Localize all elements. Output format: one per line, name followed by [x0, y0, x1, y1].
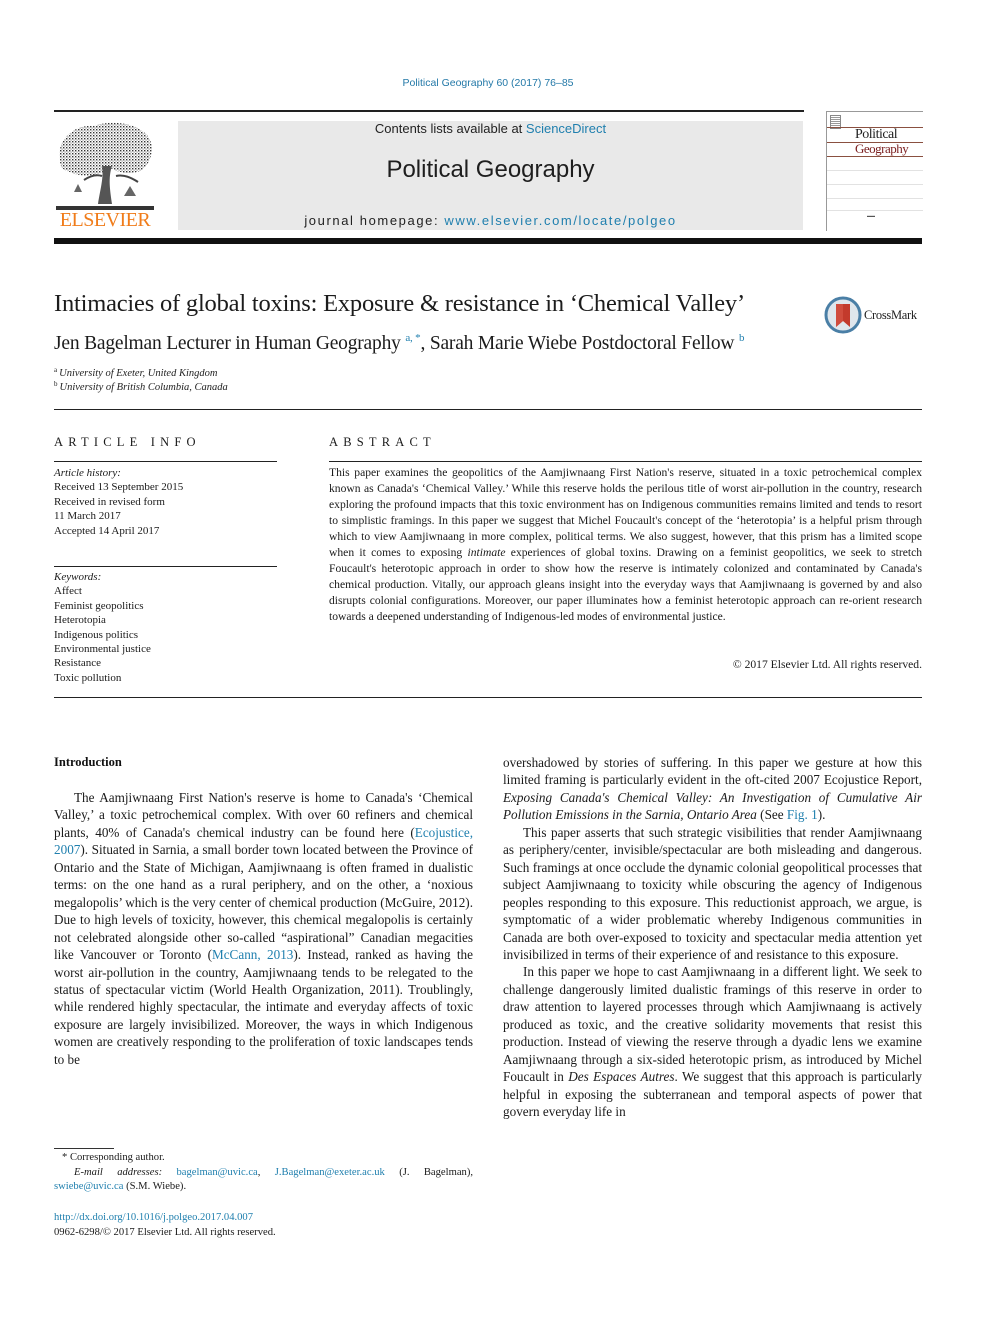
contents-availability: Contents lists available at ScienceDirec…	[178, 121, 803, 136]
body-paragraph: The Aamjiwnaang First Nation's reserve i…	[54, 789, 473, 1068]
elsevier-tree-icon	[56, 122, 154, 210]
author-affiliation-marks[interactable]: a, *	[405, 332, 420, 344]
keyword: Feminist geopolitics	[54, 599, 144, 612]
email-link[interactable]: swiebe@uvic.ca	[54, 1181, 123, 1192]
email-owner: (J. Bagelman),	[384, 1166, 473, 1178]
cover-rule	[827, 156, 923, 157]
crossmark-label: CrossMark	[864, 308, 917, 322]
journal-citation-link[interactable]: Political Geography 60 (2017) 76–85	[0, 77, 976, 89]
abstract-emphasis: intimate	[467, 546, 506, 559]
email-owner: (S.M. Wiebe).	[123, 1181, 187, 1193]
author-name[interactable]: Sarah Marie Wiebe Postdoctoral Fellow	[430, 333, 735, 354]
author-separator: ,	[420, 333, 430, 354]
keyword: Environmental justice	[54, 643, 151, 656]
body-text: The Aamjiwnaang First Nation's reserve i…	[54, 790, 473, 840]
report-title: Exposing Canada's Chemical Valley: An In…	[503, 789, 922, 823]
abstract-text: This paper examines the geopolitics of t…	[329, 465, 922, 625]
cover-rule	[827, 198, 923, 199]
article-history: Article history: Received 13 September 2…	[54, 466, 183, 538]
article-history-label: Article history:	[54, 467, 121, 479]
journal-masthead: Contents lists available at ScienceDirec…	[178, 121, 803, 230]
affiliation: a University of Exeter, United Kingdom	[54, 366, 217, 379]
cover-rule	[827, 170, 923, 171]
elsevier-wordmark: ELSEVIER	[59, 209, 151, 231]
body-column-left: The Aamjiwnaang First Nation's reserve i…	[54, 789, 473, 1068]
body-text: overshadowed by stories of suffering. In…	[503, 755, 922, 788]
keyword: Affect	[54, 585, 82, 598]
history-entry: Accepted 14 April 2017	[54, 524, 160, 537]
body-column-right: overshadowed by stories of suffering. In…	[503, 754, 922, 1121]
history-entry: Received 13 September 2015	[54, 481, 184, 494]
doi-link[interactable]: http://dx.doi.org/10.1016/j.polgeo.2017.…	[54, 1211, 276, 1226]
journal-title: Political Geography	[386, 156, 595, 183]
article-info-rule	[54, 461, 277, 462]
section-heading-introduction: Introduction	[54, 755, 122, 769]
figure-link[interactable]: Fig. 1	[787, 807, 818, 822]
author-name[interactable]: Jen Bagelman Lecturer in Human Geography	[54, 333, 401, 354]
footnotes: * Corresponding author. E-mail addresses…	[54, 1151, 473, 1195]
crossmark-icon	[824, 296, 862, 334]
body-text: ).	[817, 807, 826, 823]
sciencedirect-link[interactable]: ScienceDirect	[526, 121, 606, 136]
homepage-link[interactable]: www.elsevier.com/locate/polgeo	[444, 213, 676, 228]
keywords-label: Keywords:	[54, 571, 102, 583]
email-link[interactable]: bagelman@uvic.ca	[177, 1167, 258, 1178]
author-list: Jen Bagelman Lecturer in Human Geography…	[54, 332, 744, 355]
affiliation: b University of British Columbia, Canada	[54, 380, 228, 393]
masthead-thick-rule	[54, 238, 922, 244]
cover-title-line2: Geography	[855, 141, 909, 156]
section-rule	[54, 697, 922, 698]
email-link[interactable]: J.Bagelman@exeter.ac.uk	[275, 1167, 385, 1178]
email-separator: ,	[257, 1166, 275, 1178]
body-text: ). Situated in Sarnia, a small border to…	[54, 842, 473, 963]
keyword: Indigenous politics	[54, 628, 139, 641]
affiliation-mark: b	[54, 380, 58, 388]
body-paragraph: This paper asserts that such strategic v…	[503, 824, 922, 962]
corresponding-author-note: * Corresponding author.	[62, 1152, 165, 1163]
email-addresses: E-mail addresses: bagelman@uvic.ca, J.Ba…	[54, 1166, 473, 1195]
history-entry: Received in revised form	[54, 495, 165, 508]
cover-rule	[827, 210, 923, 211]
citation-link[interactable]: McCann, 2013	[212, 947, 293, 962]
section-rule	[54, 409, 922, 410]
cover-footer-mark: ▬▬	[867, 213, 875, 218]
body-text: (See	[756, 807, 787, 823]
footnote-rule	[54, 1148, 114, 1149]
elsevier-logo[interactable]: ELSEVIER	[54, 120, 156, 232]
article-info-rule	[54, 566, 277, 567]
affiliation-mark: a	[54, 366, 58, 374]
history-entry: 11 March 2017	[54, 510, 121, 523]
journal-cover-thumbnail[interactable]: Political Geography ▬▬	[826, 111, 923, 231]
body-paragraph: overshadowed by stories of suffering. In…	[503, 754, 922, 824]
affiliation-text: University of British Columbia, Canada	[59, 382, 228, 393]
contents-prefix: Contents lists available at	[374, 121, 526, 136]
doi-block: http://dx.doi.org/10.1016/j.polgeo.2017.…	[54, 1211, 276, 1240]
body-text: In this paper we hope to cast Aamjiwnaan…	[503, 964, 922, 1085]
journal-homepage: journal homepage: www.elsevier.com/locat…	[178, 213, 803, 228]
abstract-copyright: © 2017 Elsevier Ltd. All rights reserved…	[732, 658, 922, 671]
keywords: Keywords: Affect Feminist geopolitics He…	[54, 570, 151, 685]
keyword: Toxic pollution	[54, 671, 122, 684]
work-title: Des Espaces Autres	[568, 1069, 675, 1085]
body-text: ). Instead, ranked as having the worst a…	[54, 947, 473, 1067]
crossmark-button[interactable]: CrossMark	[824, 296, 924, 334]
homepage-prefix: journal homepage:	[304, 213, 445, 228]
cover-rule	[827, 184, 923, 185]
keyword: Heterotopia	[54, 614, 106, 627]
affiliation-text: University of Exeter, United Kingdom	[59, 368, 218, 379]
keyword: Resistance	[54, 657, 102, 670]
abstract-heading: ABSTRACT	[329, 435, 436, 449]
article-title: Intimacies of global toxins: Exposure & …	[54, 290, 745, 317]
article-info-heading: ARTICLE INFO	[54, 435, 201, 449]
abstract-rule	[329, 461, 922, 462]
body-paragraph: In this paper we hope to cast Aamjiwnaan…	[503, 963, 922, 1120]
email-label: E-mail addresses:	[74, 1166, 163, 1178]
issn-copyright: 0962-6298/© 2017 Elsevier Ltd. All right…	[54, 1226, 276, 1238]
author-affiliation-marks[interactable]: b	[739, 332, 745, 344]
top-rule	[54, 110, 804, 112]
